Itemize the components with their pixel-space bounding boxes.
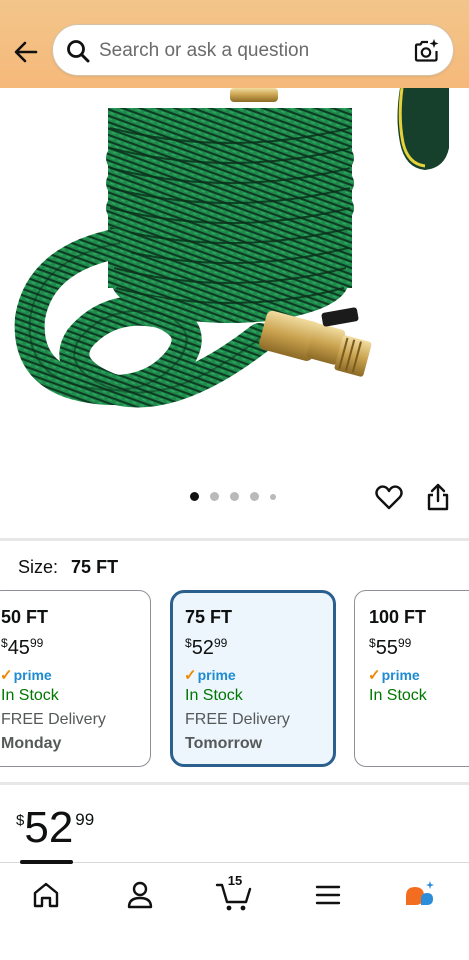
heart-icon[interactable] xyxy=(374,482,404,512)
account-icon[interactable] xyxy=(120,877,160,913)
garden-hose-image xyxy=(14,88,449,408)
rufus-assistant-icon[interactable] xyxy=(400,877,440,913)
search-input[interactable] xyxy=(99,33,399,69)
delivery-text: FREE Delivery xyxy=(185,711,290,728)
prime-check-icon: ✓ xyxy=(184,667,197,684)
product-image[interactable] xyxy=(0,88,469,480)
carousel-dot-4[interactable] xyxy=(250,492,259,501)
search-icon xyxy=(67,40,90,63)
delivery-day: Monday xyxy=(1,735,62,752)
search-bar[interactable] xyxy=(52,24,454,76)
prime-badge: ✓ prime xyxy=(0,667,52,684)
prime-check-icon: ✓ xyxy=(368,667,381,684)
prime-badge: ✓ prime xyxy=(184,667,236,684)
option-price: $5299 xyxy=(185,636,228,659)
option-size: 50 FT xyxy=(1,607,49,627)
option-size: 100 FT xyxy=(369,607,427,627)
bottom-navigation: 15 xyxy=(0,860,469,960)
option-price: $4599 xyxy=(1,636,44,659)
back-arrow-icon[interactable] xyxy=(10,36,42,68)
share-icon[interactable] xyxy=(424,482,452,512)
carousel-dot-2[interactable] xyxy=(210,492,219,501)
stock-status: In Stock xyxy=(369,687,427,704)
option-price: $5599 xyxy=(369,636,412,659)
size-label-row: Size: 75 FT xyxy=(18,557,118,578)
product-price: $ 52 99 xyxy=(16,804,94,852)
home-icon[interactable] xyxy=(26,877,66,913)
menu-icon[interactable] xyxy=(308,877,348,913)
stock-status: In Stock xyxy=(185,687,243,704)
stock-status: In Stock xyxy=(1,687,59,704)
delivery-day: Tomorrow xyxy=(185,735,263,752)
header-bar xyxy=(0,0,469,88)
carousel-dot-1[interactable] xyxy=(190,492,199,501)
delivery-text: FREE Delivery xyxy=(1,711,106,728)
option-size: 75 FT xyxy=(185,607,233,627)
size-selected-value: 75 FT xyxy=(71,557,119,577)
size-label: Size: xyxy=(18,557,59,577)
price-cents: 99 xyxy=(75,810,95,829)
active-tab-indicator xyxy=(20,860,73,864)
price-whole: 52 xyxy=(24,803,74,852)
prime-badge: ✓ prime xyxy=(368,667,420,684)
section-divider xyxy=(0,538,469,541)
carousel-dot-5[interactable] xyxy=(270,493,276,500)
section-divider xyxy=(0,782,469,785)
size-option-100ft[interactable]: 100 FT $5599 ✓ prime In Stock xyxy=(354,590,469,767)
camera-search-icon[interactable] xyxy=(413,37,441,65)
size-option-75ft[interactable]: 75 FT $5299 ✓ prime In Stock FREE Deliver… xyxy=(170,590,336,767)
image-carousel-dots[interactable] xyxy=(190,492,276,501)
cart-button[interactable]: 15 xyxy=(214,873,254,913)
carousel-dot-3[interactable] xyxy=(230,492,239,501)
prime-check-icon: ✓ xyxy=(0,667,13,684)
size-option-50ft[interactable]: 50 FT $4599 ✓ prime In Stock FREE Deliver… xyxy=(0,590,151,767)
price-symbol: $ xyxy=(16,812,25,829)
cart-count: 15 xyxy=(227,873,243,888)
